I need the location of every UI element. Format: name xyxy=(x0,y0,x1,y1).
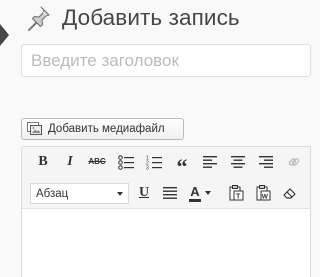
eraser-icon xyxy=(283,188,296,199)
color-bar xyxy=(189,198,201,202)
strikethrough-button[interactable]: ABC xyxy=(86,151,108,173)
color-chevron-down-icon xyxy=(205,191,211,195)
blockquote-label: “ xyxy=(176,153,188,179)
bulleted-list-button[interactable] xyxy=(115,151,137,173)
paste-from-word-button[interactable]: W xyxy=(252,182,274,204)
format-select-value: Абзац xyxy=(36,187,69,200)
current-menu-pointer xyxy=(0,24,9,46)
editor-content-area[interactable] xyxy=(22,209,310,277)
post-title-input[interactable] xyxy=(21,44,311,77)
underline-label: U xyxy=(138,185,150,200)
align-left-button[interactable] xyxy=(199,151,221,173)
link-icon xyxy=(288,158,300,166)
paste-word-icon: W xyxy=(256,185,270,201)
italic-button[interactable]: I xyxy=(59,151,81,173)
add-media-button[interactable]: Добавить медиафайл xyxy=(21,118,184,140)
underline-button[interactable]: U xyxy=(133,182,155,204)
italic-label: I xyxy=(67,154,73,169)
align-right-button[interactable] xyxy=(255,151,277,173)
svg-text:W: W xyxy=(261,194,268,201)
pushpin-icon xyxy=(27,6,50,32)
bold-button[interactable]: B xyxy=(32,151,54,173)
paragraph-format-select[interactable]: Абзац xyxy=(30,183,129,204)
text-color-swatch: A xyxy=(189,185,201,202)
add-media-label: Добавить медиафайл xyxy=(48,123,165,135)
bullet-list-icon xyxy=(118,154,134,170)
chevron-down-icon xyxy=(117,191,123,196)
align-center-button[interactable] xyxy=(227,151,249,173)
justify-button[interactable] xyxy=(159,182,181,204)
editor-toolbar: B I ABC 1 2 3 “ Абзац U A T W xyxy=(22,147,310,209)
align-right-icon xyxy=(259,156,273,168)
clear-formatting-button[interactable] xyxy=(279,182,301,204)
align-center-icon xyxy=(231,156,245,168)
paste-text-icon: T xyxy=(229,185,243,201)
insert-link-button[interactable] xyxy=(283,151,305,173)
align-left-icon xyxy=(203,156,217,168)
page-header: Добавить запись xyxy=(24,2,240,34)
toolbar-row-1: B I ABC 1 2 3 “ xyxy=(22,147,310,177)
align-justify-icon xyxy=(163,187,177,199)
post-editor: B I ABC 1 2 3 “ Абзац U A T W xyxy=(21,146,311,277)
paste-as-text-button[interactable]: T xyxy=(225,182,247,204)
numbered-list-button[interactable]: 1 2 3 xyxy=(143,151,165,173)
svg-text:3: 3 xyxy=(146,165,149,170)
bold-label: B xyxy=(38,154,48,169)
page-title: Добавить запись xyxy=(62,5,240,30)
strikethrough-label: ABC xyxy=(88,157,106,166)
numbered-list-icon: 1 2 3 xyxy=(146,155,162,170)
blockquote-button[interactable]: “ xyxy=(171,151,193,177)
text-color-label: A xyxy=(190,183,200,199)
media-library-icon xyxy=(27,122,42,135)
svg-text:T: T xyxy=(236,194,241,201)
toolbar-row-2: Абзац U A T W xyxy=(22,177,310,207)
text-color-button[interactable]: A xyxy=(185,182,215,204)
